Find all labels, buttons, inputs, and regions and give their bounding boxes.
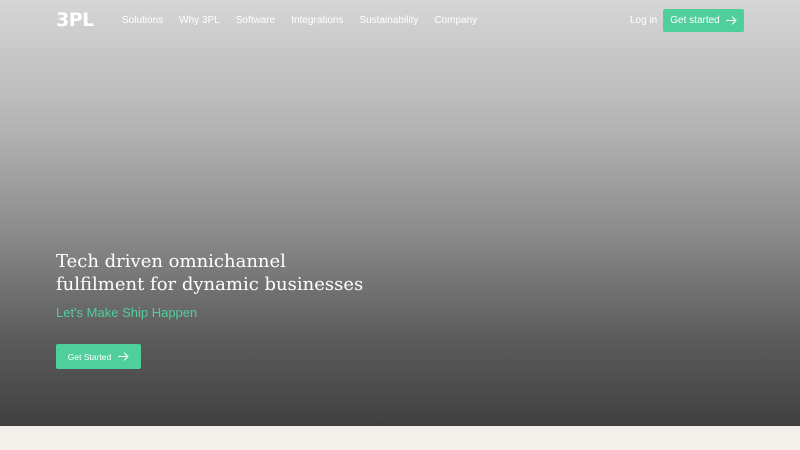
hero-headline-line-2: fulfilment for dynamic businesses — [56, 274, 364, 295]
next-section-strip — [0, 426, 800, 450]
nav-item-integrations[interactable]: Integrations — [291, 15, 343, 27]
login-link[interactable]: Log in — [630, 15, 657, 27]
brand-logo[interactable]: 3PL — [56, 10, 94, 30]
arrow-right-icon — [118, 352, 129, 361]
nav-item-company[interactable]: Company — [434, 15, 477, 27]
hero-headline-line-1: Tech driven omnichannel — [56, 251, 286, 272]
nav-item-solutions[interactable]: Solutions — [122, 15, 163, 27]
nav-item-sustainability[interactable]: Sustainability — [359, 15, 418, 27]
top-navigation: 3PL Solutions Why 3PL Software Integrati… — [0, 0, 800, 42]
get-started-hero-button[interactable]: Get Started — [56, 344, 141, 369]
hero-tagline: Let's Make Ship Happen — [56, 305, 198, 320]
nav-links: Solutions Why 3PL Software Integrations … — [122, 15, 493, 27]
nav-item-software[interactable]: Software — [236, 15, 275, 27]
arrow-right-icon — [725, 16, 737, 25]
hero-section: 3PL Solutions Why 3PL Software Integrati… — [0, 0, 800, 426]
get-started-nav-label: Get started — [670, 15, 720, 26]
get-started-hero-label: Get Started — [67, 351, 112, 362]
nav-item-why-3pl[interactable]: Why 3PL — [179, 15, 220, 27]
get-started-nav-button[interactable]: Get started — [663, 9, 744, 32]
hero-headline: Tech driven omnichannel fulfilment for d… — [56, 250, 476, 296]
